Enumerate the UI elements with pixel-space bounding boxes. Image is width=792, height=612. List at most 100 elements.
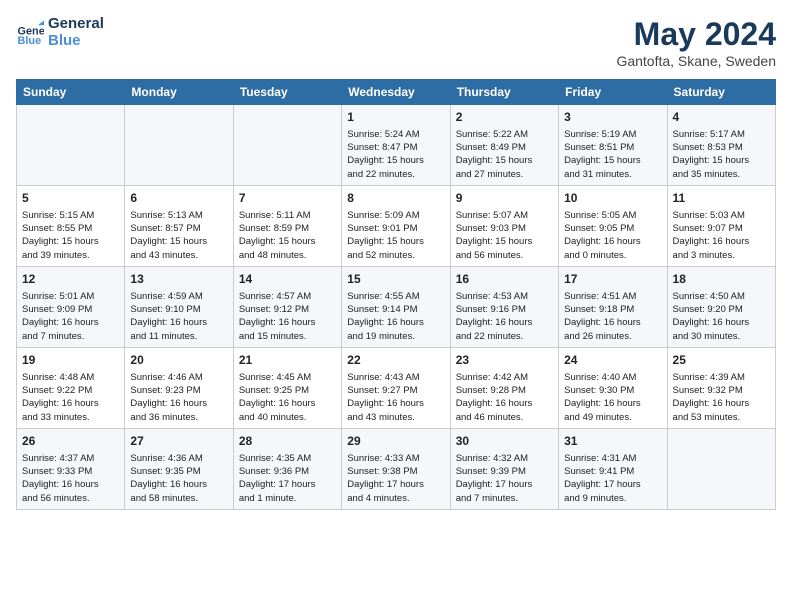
calendar-week-row: 26 Sunrise: 4:37 AM Sunset: 9:33 PM Dayli… [17,428,776,509]
calendar-cell [125,105,233,186]
day-number: 10 [564,190,661,207]
day-number: 24 [564,352,661,369]
calendar-cell: 23 Sunrise: 4:42 AM Sunset: 9:28 PM Dayli… [450,347,558,428]
calendar-cell: 5Sunrise: 5:15 AM Sunset: 8:55 PM Daylig… [17,185,125,266]
day-number: 7 [239,190,336,207]
calendar-cell: 15Sunrise: 4:55 AM Sunset: 9:14 PM Dayli… [342,266,450,347]
day-number: 27 [130,433,227,450]
cell-content: Sunrise: 5:09 AM Sunset: 9:01 PM Dayligh… [347,209,444,262]
day-number: 21 [239,352,336,369]
cell-content: Sunrise: 5:05 AM Sunset: 9:05 PM Dayligh… [564,209,661,262]
calendar-cell: 18 Sunrise: 4:50 AM Sunset: 9:20 PM Dayli… [667,266,775,347]
calendar-cell: 21 Sunrise: 4:45 AM Sunset: 9:25 PM Dayli… [233,347,341,428]
calendar-cell: 2 Sunrise: 5:22 AM Sunset: 8:49 PM Daylig… [450,105,558,186]
cell-content: Sunrise: 5:17 AM Sunset: 8:53 PM Dayligh… [673,128,770,181]
day-number: 31 [564,433,661,450]
day-number: 6 [130,190,227,207]
cell-content: Sunrise: 5:24 AM Sunset: 8:47 PM Dayligh… [347,128,444,181]
calendar-cell: 12Sunrise: 5:01 AM Sunset: 9:09 PM Dayli… [17,266,125,347]
calendar-cell: 20 Sunrise: 4:46 AM Sunset: 9:23 PM Dayli… [125,347,233,428]
cell-content: Sunrise: 4:51 AM Sunset: 9:18 PM Dayligh… [564,290,661,343]
cell-content: Sunrise: 4:43 AM Sunset: 9:27 PM Dayligh… [347,371,444,424]
calendar-cell: 30 Sunrise: 4:32 AM Sunset: 9:39 PM Dayli… [450,428,558,509]
day-number: 2 [456,109,553,126]
calendar-subtitle: Gantofta, Skane, Sweden [616,53,776,69]
day-number: 9 [456,190,553,207]
page-header: General Blue General Blue May 2024 Ganto… [16,16,776,69]
calendar-cell: 3 Sunrise: 5:19 AM Sunset: 8:51 PM Daylig… [559,105,667,186]
cell-content: Sunrise: 4:50 AM Sunset: 9:20 PM Dayligh… [673,290,770,343]
calendar-title: May 2024 [616,16,776,53]
day-number: 20 [130,352,227,369]
calendar-cell: 24Sunrise: 4:40 AM Sunset: 9:30 PM Dayli… [559,347,667,428]
calendar-cell [233,105,341,186]
calendar-week-row: 19Sunrise: 4:48 AM Sunset: 9:22 PM Dayli… [17,347,776,428]
calendar-cell [17,105,125,186]
cell-content: Sunrise: 4:57 AM Sunset: 9:12 PM Dayligh… [239,290,336,343]
weekday-header: Friday [559,80,667,105]
logo: General Blue General Blue [16,16,104,49]
cell-content: Sunrise: 4:37 AM Sunset: 9:33 PM Dayligh… [22,452,119,505]
cell-content: Sunrise: 4:48 AM Sunset: 9:22 PM Dayligh… [22,371,119,424]
calendar-cell: 29Sunrise: 4:33 AM Sunset: 9:38 PM Dayli… [342,428,450,509]
day-number: 14 [239,271,336,288]
cell-content: Sunrise: 4:35 AM Sunset: 9:36 PM Dayligh… [239,452,336,505]
calendar-cell: 17 Sunrise: 4:51 AM Sunset: 9:18 PM Dayli… [559,266,667,347]
logo-line1: General [48,16,104,33]
cell-content: Sunrise: 5:07 AM Sunset: 9:03 PM Dayligh… [456,209,553,262]
logo-icon: General Blue [16,19,44,47]
cell-content: Sunrise: 4:36 AM Sunset: 9:35 PM Dayligh… [130,452,227,505]
cell-content: Sunrise: 4:33 AM Sunset: 9:38 PM Dayligh… [347,452,444,505]
day-number: 12 [22,271,119,288]
cell-content: Sunrise: 4:32 AM Sunset: 9:39 PM Dayligh… [456,452,553,505]
cell-content: Sunrise: 5:22 AM Sunset: 8:49 PM Dayligh… [456,128,553,181]
day-number: 17 [564,271,661,288]
day-number: 13 [130,271,227,288]
cell-content: Sunrise: 4:39 AM Sunset: 9:32 PM Dayligh… [673,371,770,424]
svg-text:Blue: Blue [18,34,42,46]
calendar-cell: 25Sunrise: 4:39 AM Sunset: 9:32 PM Dayli… [667,347,775,428]
calendar-cell: 7 Sunrise: 5:11 AM Sunset: 8:59 PM Daylig… [233,185,341,266]
day-number: 4 [673,109,770,126]
calendar-cell: 31 Sunrise: 4:31 AM Sunset: 9:41 PM Dayli… [559,428,667,509]
weekday-header: Wednesday [342,80,450,105]
cell-content: Sunrise: 5:19 AM Sunset: 8:51 PM Dayligh… [564,128,661,181]
day-number: 8 [347,190,444,207]
calendar-cell: 13 Sunrise: 4:59 AM Sunset: 9:10 PM Dayli… [125,266,233,347]
day-number: 28 [239,433,336,450]
day-number: 18 [673,271,770,288]
day-number: 3 [564,109,661,126]
cell-content: Sunrise: 4:53 AM Sunset: 9:16 PM Dayligh… [456,290,553,343]
calendar-cell: 11Sunrise: 5:03 AM Sunset: 9:07 PM Dayli… [667,185,775,266]
calendar-cell: 9 Sunrise: 5:07 AM Sunset: 9:03 PM Daylig… [450,185,558,266]
cell-content: Sunrise: 4:45 AM Sunset: 9:25 PM Dayligh… [239,371,336,424]
day-number: 26 [22,433,119,450]
weekday-header: Saturday [667,80,775,105]
cell-content: Sunrise: 5:13 AM Sunset: 8:57 PM Dayligh… [130,209,227,262]
cell-content: Sunrise: 4:59 AM Sunset: 9:10 PM Dayligh… [130,290,227,343]
calendar-cell [667,428,775,509]
calendar-cell: 19Sunrise: 4:48 AM Sunset: 9:22 PM Dayli… [17,347,125,428]
calendar-week-row: 5Sunrise: 5:15 AM Sunset: 8:55 PM Daylig… [17,185,776,266]
calendar-cell: 4 Sunrise: 5:17 AM Sunset: 8:53 PM Daylig… [667,105,775,186]
day-number: 30 [456,433,553,450]
calendar-cell: 22Sunrise: 4:43 AM Sunset: 9:27 PM Dayli… [342,347,450,428]
day-number: 23 [456,352,553,369]
logo-line2: Blue [48,33,104,50]
day-number: 16 [456,271,553,288]
calendar-table: SundayMondayTuesdayWednesdayThursdayFrid… [16,79,776,510]
day-number: 1 [347,109,444,126]
cell-content: Sunrise: 4:31 AM Sunset: 9:41 PM Dayligh… [564,452,661,505]
calendar-week-row: 12Sunrise: 5:01 AM Sunset: 9:09 PM Dayli… [17,266,776,347]
calendar-cell: 28 Sunrise: 4:35 AM Sunset: 9:36 PM Dayli… [233,428,341,509]
weekday-header: Monday [125,80,233,105]
calendar-cell: 8 Sunrise: 5:09 AM Sunset: 9:01 PM Daylig… [342,185,450,266]
cell-content: Sunrise: 5:03 AM Sunset: 9:07 PM Dayligh… [673,209,770,262]
calendar-cell: 14 Sunrise: 4:57 AM Sunset: 9:12 PM Dayli… [233,266,341,347]
cell-content: Sunrise: 4:42 AM Sunset: 9:28 PM Dayligh… [456,371,553,424]
weekday-header: Thursday [450,80,558,105]
cell-content: Sunrise: 5:11 AM Sunset: 8:59 PM Dayligh… [239,209,336,262]
title-block: May 2024 Gantofta, Skane, Sweden [616,16,776,69]
cell-content: Sunrise: 4:46 AM Sunset: 9:23 PM Dayligh… [130,371,227,424]
day-number: 15 [347,271,444,288]
